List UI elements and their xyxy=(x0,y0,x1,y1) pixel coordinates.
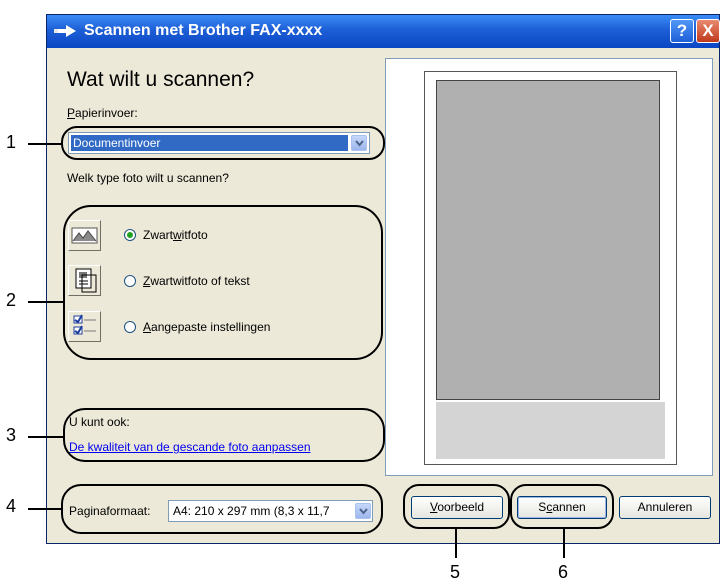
callout-line-4 xyxy=(28,508,62,510)
callout-line-3 xyxy=(28,436,64,438)
scanner-icon xyxy=(54,25,76,37)
callout-highlight-5 xyxy=(403,484,510,529)
callout-2: 2 xyxy=(6,290,17,310)
callout-6: 6 xyxy=(558,562,569,582)
photo-type-prompt: Welk type foto wilt u scannen? xyxy=(67,171,229,185)
callout-3: 3 xyxy=(6,425,17,445)
callout-highlight-3 xyxy=(63,408,385,462)
callout-5: 5 xyxy=(450,562,461,582)
cancel-button[interactable]: Annuleren xyxy=(619,496,711,519)
preview-page-margin xyxy=(436,402,665,459)
preview-scan-image xyxy=(436,80,660,400)
callout-line-2 xyxy=(28,301,64,303)
close-button[interactable]: X xyxy=(696,19,720,43)
callout-highlight-1 xyxy=(61,126,385,160)
callout-highlight-6 xyxy=(510,484,614,529)
callout-line-5 xyxy=(455,528,457,558)
callout-1: 1 xyxy=(6,132,17,152)
callout-line-6 xyxy=(563,528,565,558)
callout-line-1 xyxy=(28,143,62,145)
paper-source-label: Papierinvoer: xyxy=(67,106,138,120)
callout-4: 4 xyxy=(6,496,17,516)
page-title: Wat wilt u scannen? xyxy=(67,68,255,91)
help-button[interactable]: ? xyxy=(670,19,694,43)
window-title: Scannen met Brother FAX-xxxx xyxy=(84,22,323,39)
callout-highlight-4 xyxy=(61,484,383,534)
callout-highlight-2 xyxy=(63,205,383,360)
